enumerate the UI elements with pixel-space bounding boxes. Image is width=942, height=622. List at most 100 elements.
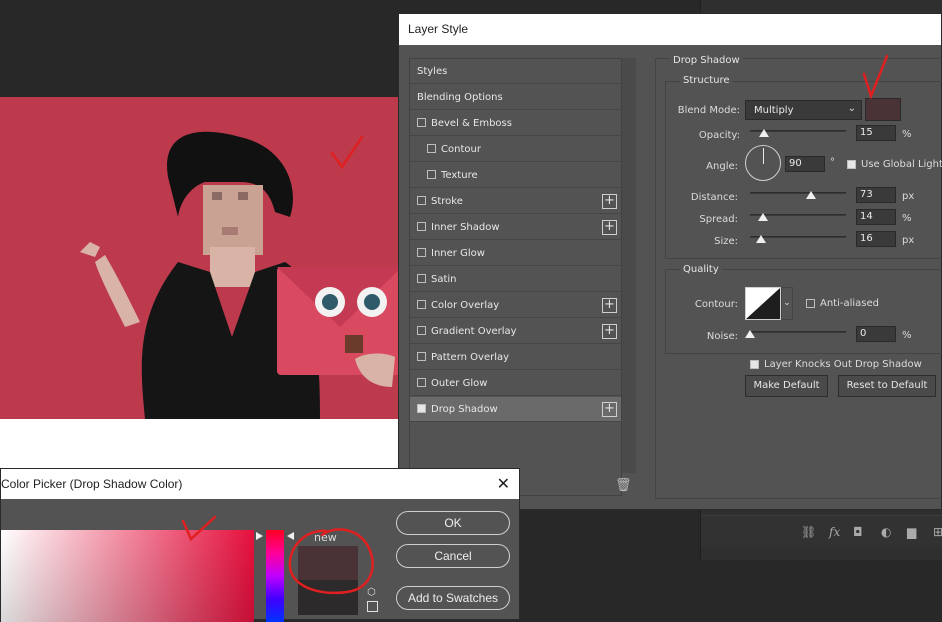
contour-preview[interactable] [745, 287, 781, 320]
style-item-contour[interactable]: Contour [410, 137, 621, 162]
style-item-bevel-emboss[interactable]: Bevel & Emboss [410, 111, 621, 136]
angle-label: Angle: [706, 161, 738, 172]
knockout-checkbox[interactable] [750, 360, 759, 369]
reset-to-default-button[interactable]: Reset to Default [838, 375, 936, 397]
style-item-gradient-overlay[interactable]: Gradient Overlay + [410, 319, 621, 344]
layers-panel-footer: ⛓ fx ◘ ◐ ▆ ⊞ [701, 515, 942, 547]
spread-input[interactable]: 14 [856, 209, 896, 225]
style-item-styles[interactable]: Styles [410, 59, 621, 84]
style-checkbox[interactable] [427, 143, 436, 153]
distance-unit: px [902, 191, 915, 202]
opacity-unit: % [902, 129, 912, 140]
style-item-label: Contour [441, 144, 481, 155]
distance-slider[interactable] [750, 192, 846, 194]
style-item-label: Inner Glow [431, 248, 485, 259]
style-checkbox[interactable] [417, 195, 426, 205]
noise-unit: % [902, 330, 912, 341]
make-default-button[interactable]: Make Default [745, 375, 828, 397]
distance-slider-thumb[interactable] [806, 191, 816, 199]
style-checkbox[interactable] [417, 221, 426, 231]
adjustment-icon[interactable]: ◐ [881, 525, 891, 539]
contour-label: Contour: [694, 299, 738, 310]
drop-shadow-title: Drop Shadow [670, 55, 743, 66]
style-item-label: Outer Glow [431, 378, 488, 389]
noise-label: Noise: [706, 331, 738, 342]
contour-curve-icon [746, 288, 780, 319]
style-item-inner-glow[interactable]: Inner Glow [410, 241, 621, 266]
distance-label: Distance: [690, 192, 738, 203]
style-checkbox[interactable] [417, 299, 426, 309]
red-circle-mark [288, 528, 374, 595]
anti-aliased-label: Anti-aliased [820, 298, 880, 309]
styles-list-scrollbar[interactable] [622, 58, 636, 473]
noise-slider[interactable] [750, 331, 846, 333]
style-checkbox[interactable] [417, 247, 426, 257]
fx-icon[interactable]: fx [829, 525, 840, 539]
opacity-input[interactable]: 15 [856, 125, 896, 141]
style-item-label: Color Overlay [431, 300, 500, 311]
global-light-checkbox[interactable] [847, 160, 856, 169]
canvas-bottom-area [0, 419, 400, 470]
layer-style-title: Layer Style [399, 14, 941, 45]
add-effect-plus-icon[interactable]: + [602, 402, 617, 417]
add-effect-plus-icon[interactable]: + [602, 298, 617, 313]
hue-slider[interactable] [266, 530, 284, 622]
style-item-label: Bevel & Emboss [431, 118, 512, 129]
add-effect-plus-icon[interactable]: + [602, 220, 617, 235]
style-item-drop-shadow[interactable]: Drop Shadow + [410, 397, 621, 422]
style-item-outer-glow[interactable]: Outer Glow [410, 371, 621, 396]
add-effect-plus-icon[interactable]: + [602, 324, 617, 339]
link-icon[interactable]: ⛓ [801, 525, 816, 539]
add-to-swatches-button[interactable]: Add to Swatches [396, 586, 510, 610]
style-checkbox[interactable] [417, 377, 426, 387]
new-layer-icon[interactable]: ⊞ [933, 525, 942, 539]
style-item-pattern-overlay[interactable]: Pattern Overlay [410, 345, 621, 370]
add-effect-plus-icon[interactable]: + [602, 194, 617, 209]
style-item-color-overlay[interactable]: Color Overlay + [410, 293, 621, 318]
style-checkbox[interactable] [417, 403, 426, 413]
structure-title: Structure [680, 75, 733, 86]
cancel-button[interactable]: Cancel [396, 544, 510, 568]
style-item-satin[interactable]: Satin [410, 267, 621, 292]
layer-style-dialog: Layer Style Styles Blending Options Bevel … [398, 13, 942, 510]
folder-icon[interactable]: ▆ [907, 525, 916, 539]
blend-mode-select[interactable]: Multiply ⌄ [745, 100, 862, 120]
color-picker-title: Color Picker (Drop Shadow Color) [1, 469, 519, 499]
close-icon[interactable]: ✕ [497, 474, 510, 493]
style-checkbox[interactable] [417, 117, 426, 127]
red-check-mark-swatch [862, 54, 889, 100]
style-checkbox[interactable] [427, 169, 436, 179]
knockout-label: Layer Knocks Out Drop Shadow [764, 359, 922, 370]
ok-button[interactable]: OK [396, 511, 510, 535]
quality-title: Quality [680, 264, 722, 275]
red-check-mark [330, 135, 364, 170]
style-item-label: Inner Shadow [431, 222, 500, 233]
web-color-box-icon[interactable] [367, 601, 378, 612]
contour-dropdown[interactable]: ⌄ [781, 287, 793, 320]
style-item-blending-options[interactable]: Blending Options [410, 85, 621, 110]
style-item-label: Gradient Overlay [431, 326, 517, 337]
styles-list: Styles Blending Options Bevel & Emboss Cont… [409, 58, 622, 496]
size-input[interactable]: 16 [856, 231, 896, 247]
noise-input[interactable]: 0 [856, 326, 896, 342]
opacity-slider-thumb[interactable] [759, 129, 769, 137]
hue-slider-left-arrow[interactable] [256, 532, 263, 540]
angle-input[interactable]: 90 [785, 156, 825, 172]
spread-slider-thumb[interactable] [758, 213, 768, 221]
style-item-stroke[interactable]: Stroke + [410, 189, 621, 214]
style-checkbox[interactable] [417, 351, 426, 361]
noise-slider-thumb[interactable] [745, 330, 755, 338]
style-item-texture[interactable]: Texture [410, 163, 621, 188]
style-checkbox[interactable] [417, 325, 426, 335]
style-item-inner-shadow[interactable]: Inner Shadow + [410, 215, 621, 240]
trash-icon[interactable]: 🗑 [615, 478, 632, 493]
opacity-label: Opacity: [698, 130, 740, 141]
angle-dial[interactable] [745, 145, 781, 181]
mask-icon[interactable]: ◘ [853, 525, 863, 539]
size-slider-thumb[interactable] [756, 235, 766, 243]
style-checkbox[interactable] [417, 273, 426, 283]
blend-mode-value: Multiply [754, 105, 794, 116]
anti-aliased-checkbox[interactable] [806, 299, 815, 308]
distance-input[interactable]: 73 [856, 187, 896, 203]
size-label: Size: [714, 236, 738, 247]
